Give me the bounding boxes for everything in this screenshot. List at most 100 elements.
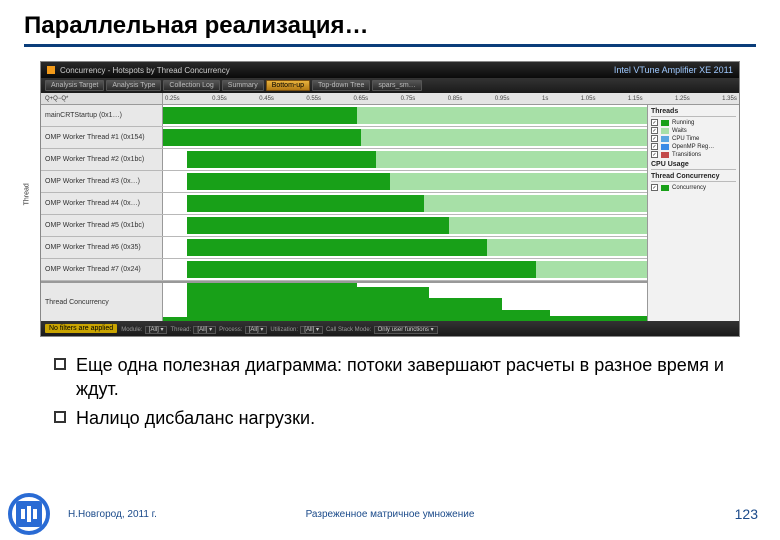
- thread-row: OMP Worker Thread #6 (0x35): [41, 237, 647, 259]
- thread-row: OMP Worker Thread #2 (0x1bc): [41, 149, 647, 171]
- legend-item: ✓ Transitions: [651, 151, 736, 158]
- tick-label: 0.75s: [401, 96, 416, 102]
- tab-bottom-up[interactable]: Bottom-up: [266, 80, 310, 91]
- tick-label: 0.35s: [212, 96, 227, 102]
- tab-analysis-type[interactable]: Analysis Type: [106, 80, 161, 91]
- bullet-icon: [54, 411, 66, 423]
- filter-dropdown[interactable]: Thread: [All] ▾: [170, 324, 216, 333]
- thread-label: OMP Worker Thread #4 (0x…): [41, 193, 163, 214]
- thread-track: [163, 105, 647, 126]
- bullet-icon: [54, 358, 66, 370]
- university-logo: [8, 493, 50, 535]
- bullet-text: Налицо дисбаланс нагрузки.: [76, 406, 315, 430]
- thread-row: OMP Worker Thread #1 (0x154): [41, 127, 647, 149]
- color-swatch: [661, 120, 669, 126]
- legend-heading-cpu: CPU Usage: [651, 161, 736, 170]
- checkbox-icon[interactable]: ✓: [651, 151, 658, 158]
- tick-label: 0.55s: [306, 96, 321, 102]
- concurrency-track: [163, 283, 647, 321]
- footer-center: Разреженное матричное умножение: [306, 509, 475, 520]
- thread-track: [163, 127, 647, 148]
- legend-item: ✓ CPU Time: [651, 135, 736, 142]
- page-number: 123: [735, 506, 758, 522]
- vtune-tabs: Analysis Target Analysis Type Collection…: [41, 78, 739, 93]
- footer-left: Н.Новгород, 2011 г.: [68, 509, 157, 520]
- tab-summary[interactable]: Summary: [222, 80, 264, 91]
- bullet-item: Еще одна полезная диаграмма: потоки заве…: [54, 353, 726, 402]
- color-swatch: [661, 185, 669, 191]
- checkbox-icon[interactable]: ✓: [651, 135, 658, 142]
- tab-spars[interactable]: spars_sm…: [372, 80, 421, 91]
- filter-dropdown[interactable]: Call Stack Mode: Only user functions ▾: [326, 324, 438, 333]
- vtune-screenshot: Concurrency - Hotspots by Thread Concurr…: [40, 61, 740, 337]
- thread-track: [163, 171, 647, 192]
- color-swatch: [661, 152, 669, 158]
- thread-chart: Thread mainCRTStartup (0x1…)OMP Worker T…: [41, 105, 647, 321]
- filter-dropdown[interactable]: Process: [All] ▾: [219, 324, 267, 333]
- color-swatch: [661, 136, 669, 142]
- tab-analysis-target[interactable]: Analysis Target: [45, 80, 104, 91]
- tick-label: 0.25s: [165, 96, 180, 102]
- filter-dropdown[interactable]: Utilization: [All] ▾: [270, 324, 323, 333]
- thread-label: mainCRTStartup (0x1…): [41, 105, 163, 126]
- legend-heading-threads: Threads: [651, 108, 736, 117]
- tick-label: 0.65s: [354, 96, 369, 102]
- tick-label: 0.95s: [495, 96, 510, 102]
- legend-label: Concurrency: [672, 185, 706, 191]
- thread-row: mainCRTStartup (0x1…): [41, 105, 647, 127]
- thread-row: OMP Worker Thread #3 (0x…): [41, 171, 647, 193]
- tick-label: 1.05s: [581, 96, 596, 102]
- color-swatch: [661, 144, 669, 150]
- slide-title: Параллельная реализация…: [24, 12, 756, 47]
- tick-label: 1.35s: [722, 96, 737, 102]
- thread-label: OMP Worker Thread #6 (0x35): [41, 237, 163, 258]
- thread-label: OMP Worker Thread #7 (0x24): [41, 259, 163, 280]
- thread-track: [163, 193, 647, 214]
- legend-panel: Threads ✓ Running ✓ Waits ✓ CPU Time ✓ OpenMP R…: [647, 105, 739, 321]
- tab-top-down[interactable]: Top-down Tree: [312, 80, 370, 91]
- bullet-item: Налицо дисбаланс нагрузки.: [54, 406, 726, 430]
- tick-label: 1.15s: [628, 96, 643, 102]
- tick-label: 1s: [542, 96, 548, 102]
- filter-status: No filters are applied: [45, 324, 117, 333]
- window-title: Concurrency - Hotspots by Thread Concurr…: [60, 66, 230, 75]
- time-ruler: Q+Q−Q* 0.25s 0.35s 0.45s 0.55s 0.65s 0.75s 0.8…: [41, 93, 739, 105]
- tick-label: 0.45s: [259, 96, 274, 102]
- zoom-controls[interactable]: Q+Q−Q*: [41, 93, 163, 104]
- legend-heading-conc: Thread Concurrency: [651, 173, 736, 182]
- thread-track: [163, 237, 647, 258]
- legend-label: CPU Time: [672, 136, 699, 142]
- legend-label: Transitions: [672, 152, 701, 158]
- thread-track: [163, 149, 647, 170]
- y-axis-label: Thread: [24, 183, 31, 205]
- tab-collection-log[interactable]: Collection Log: [163, 80, 219, 91]
- color-swatch: [661, 128, 669, 134]
- tick-label: 1.25s: [675, 96, 690, 102]
- checkbox-icon[interactable]: ✓: [651, 119, 658, 126]
- bullet-text: Еще одна полезная диаграмма: потоки заве…: [76, 353, 726, 402]
- status-bar: No filters are applied Module: [All] ▾Th…: [41, 321, 739, 336]
- slide-footer: Н.Новгород, 2011 г. Разреженное матрично…: [0, 495, 780, 533]
- concurrency-label: Thread Concurrency: [41, 283, 163, 321]
- checkbox-icon[interactable]: ✓: [651, 143, 658, 150]
- legend-label: Running: [672, 120, 694, 126]
- legend-item: ✓ Concurrency: [651, 184, 736, 191]
- bullet-list: Еще одна полезная диаграмма: потоки заве…: [54, 353, 726, 430]
- filter-dropdown[interactable]: Module: [All] ▾: [121, 324, 167, 333]
- legend-item: ✓ Running: [651, 119, 736, 126]
- thread-label: OMP Worker Thread #1 (0x154): [41, 127, 163, 148]
- legend-label: Waits: [672, 128, 687, 134]
- legend-item: ✓ Waits: [651, 127, 736, 134]
- product-name: Intel VTune Amplifier XE 2011: [614, 65, 733, 75]
- concurrency-row: Thread Concurrency: [41, 281, 647, 321]
- thread-label: OMP Worker Thread #2 (0x1bc): [41, 149, 163, 170]
- thread-track: [163, 259, 647, 280]
- checkbox-icon[interactable]: ✓: [651, 184, 658, 191]
- tick-label: 0.85s: [448, 96, 463, 102]
- legend-label: OpenMP Reg…: [672, 144, 714, 150]
- thread-label: OMP Worker Thread #5 (0x1bc): [41, 215, 163, 236]
- checkbox-icon[interactable]: ✓: [651, 127, 658, 134]
- thread-row: OMP Worker Thread #7 (0x24): [41, 259, 647, 281]
- legend-item: ✓ OpenMP Reg…: [651, 143, 736, 150]
- thread-label: OMP Worker Thread #3 (0x…): [41, 171, 163, 192]
